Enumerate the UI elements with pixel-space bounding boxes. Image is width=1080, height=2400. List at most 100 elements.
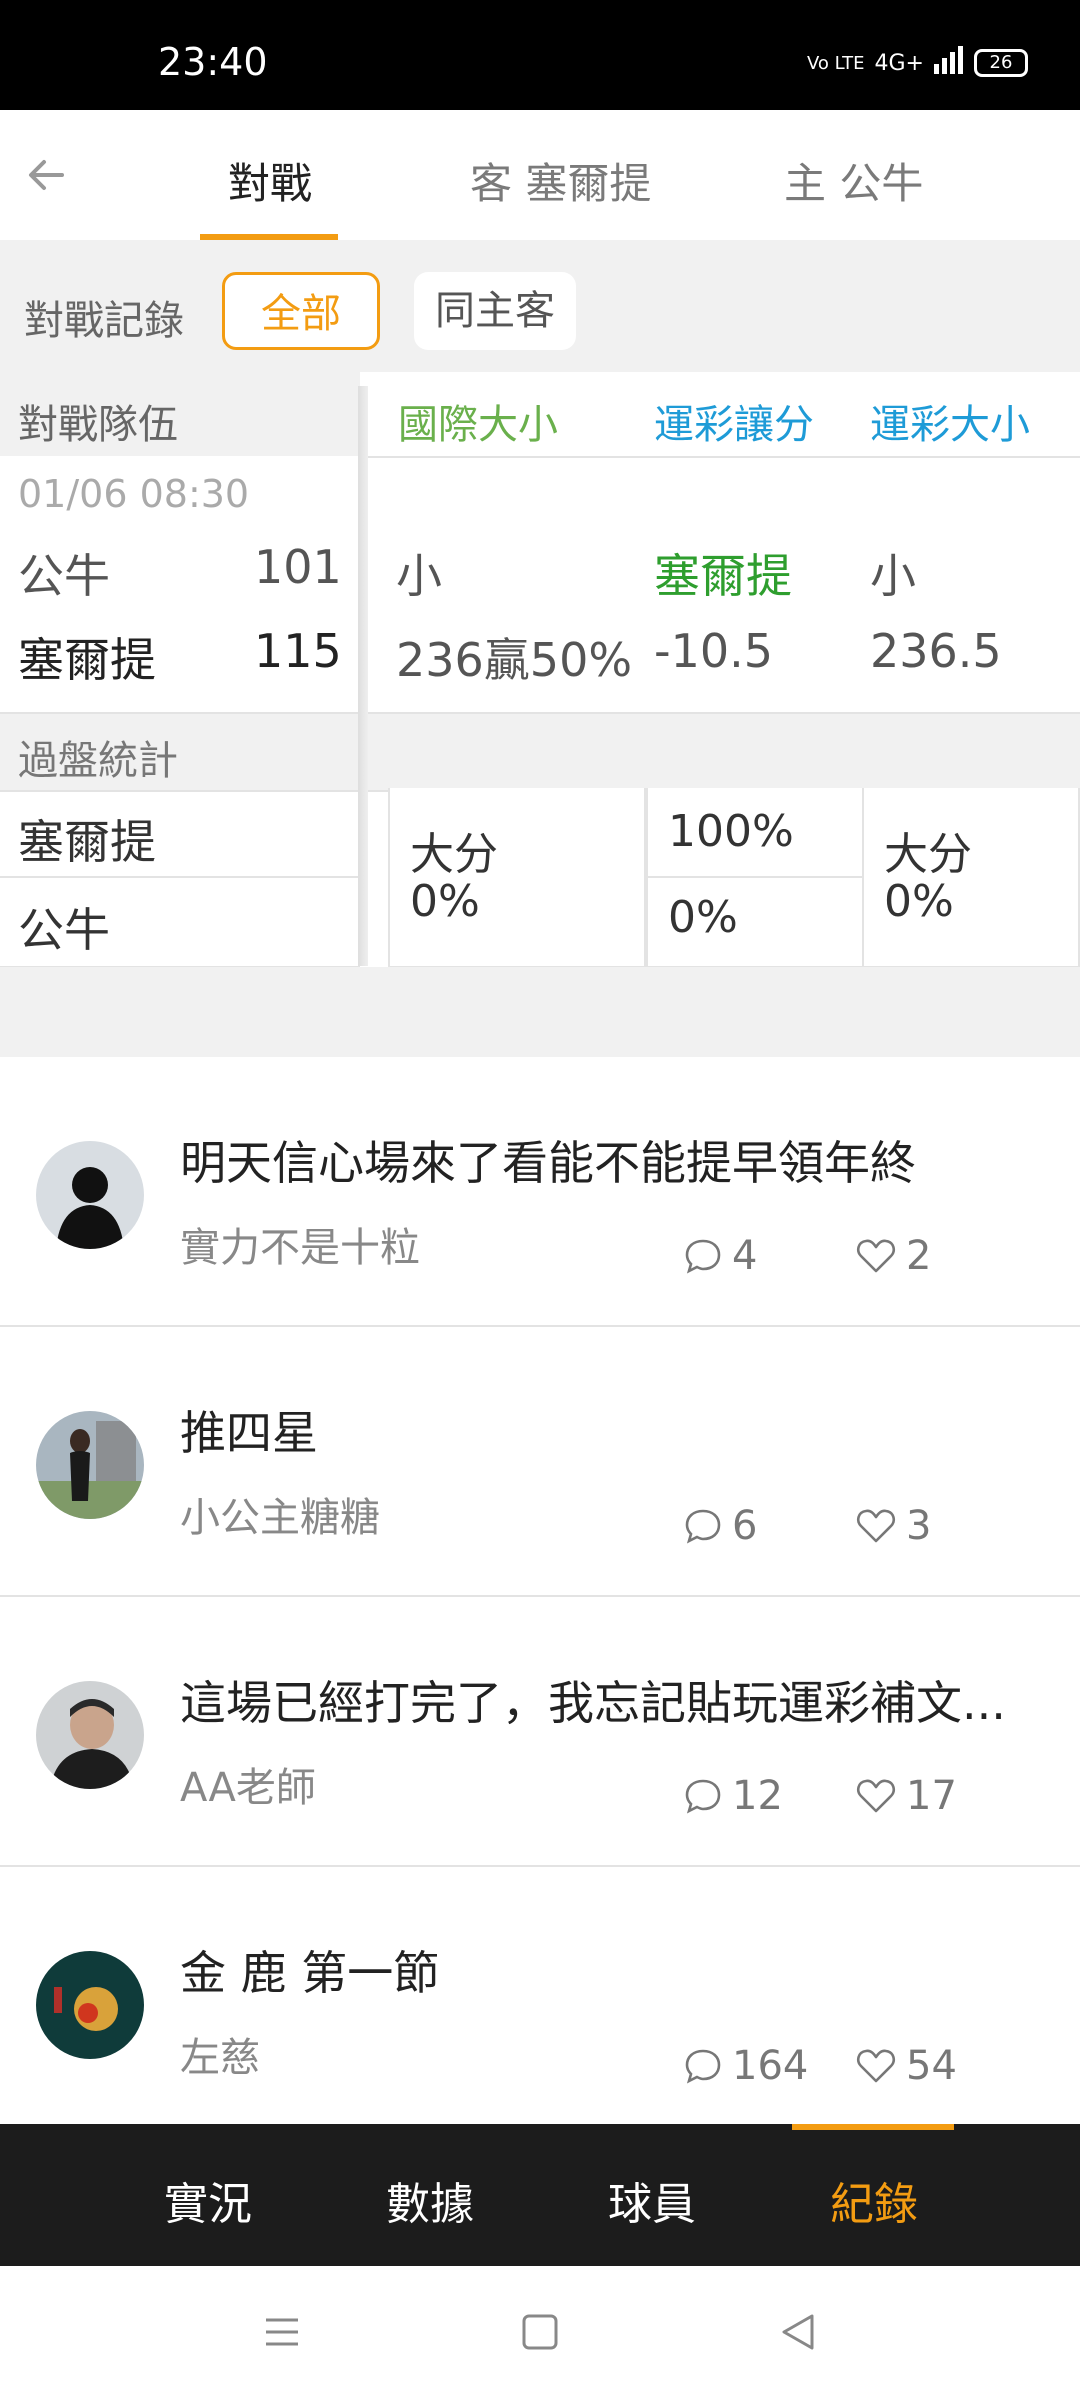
filter-same-home-away-button[interactable]: 同主客	[414, 272, 576, 350]
stats-team-home: 公牛	[18, 903, 110, 957]
row2-spread: -10.5	[654, 624, 774, 678]
like-count[interactable]: 17	[856, 1773, 957, 1819]
stats-spread-top: 100%	[668, 806, 794, 857]
stats-ou-box: 大分 0%	[862, 788, 1080, 968]
signal-icon	[934, 46, 964, 80]
stats-ou-line1: 大分	[884, 829, 972, 880]
stats-spread-divider	[648, 876, 864, 878]
avatar[interactable]	[36, 1141, 144, 1249]
like-count-value: 2	[906, 1233, 932, 1279]
comment-count[interactable]: 164	[684, 2043, 808, 2089]
stats-ou-line2: 0%	[884, 876, 954, 927]
post-author[interactable]: 小公主糖糖	[180, 1485, 380, 1543]
comment-count[interactable]: 12	[684, 1773, 783, 1819]
post-title[interactable]: 金 鹿 第一節	[180, 1937, 1040, 2003]
stats-team-away: 塞爾提	[18, 815, 156, 869]
post-title[interactable]: 推四星	[180, 1397, 1040, 1463]
record-filter: 對戰記錄 全部 同主客	[0, 240, 1080, 372]
row1-score: 101	[254, 540, 342, 594]
avatar[interactable]	[36, 1411, 144, 1519]
header-spread: 運彩讓分	[654, 402, 814, 448]
post-author[interactable]: 左慈	[180, 2025, 260, 2083]
status-time: 23:40	[158, 40, 268, 84]
nav-players[interactable]: 球員	[608, 2168, 696, 2232]
like-count-value: 17	[906, 1773, 957, 1819]
stats-team-row: 公牛	[0, 878, 360, 968]
comment-count-value: 12	[732, 1773, 783, 1819]
list-item[interactable]: 金 鹿 第一節 左慈 164 54	[0, 1867, 1080, 2124]
post-author[interactable]: AA老師	[180, 1755, 316, 1813]
nav-live[interactable]: 實況	[164, 2168, 252, 2232]
list-item[interactable]: 明天信心場來了看能不能提早領年終 實力不是十粒 4 2	[0, 1057, 1080, 1327]
list-item[interactable]: 這場已經打完了，我忘記貼玩運彩補文... AA老師 12 17	[0, 1597, 1080, 1867]
comment-count[interactable]: 4	[684, 1233, 757, 1279]
comment-icon	[685, 2049, 721, 2084]
home-icon[interactable]	[520, 2312, 560, 2356]
tab-away-team[interactable]: 客 塞爾提	[470, 150, 651, 211]
volte-icon: Vo LTE	[806, 52, 865, 74]
filter-label: 對戰記錄	[24, 298, 184, 344]
bottom-nav: 實況 數據 球員 紀錄	[0, 2124, 1080, 2266]
avatar[interactable]	[36, 1681, 144, 1789]
system-nav-bar	[0, 2266, 1080, 2400]
matchup-table: 對戰隊伍 國際大小 運彩讓分 運彩大小 01/06 08:30 公牛 101 小…	[0, 372, 1080, 968]
header-intl-over-under: 國際大小	[398, 402, 558, 448]
header-team: 對戰隊伍	[18, 402, 178, 448]
heart-icon	[856, 2049, 896, 2083]
row2-score: 115	[254, 624, 342, 678]
active-nav-indicator	[792, 2124, 954, 2130]
comment-icon	[685, 1509, 721, 1544]
team-header-cell: 對戰隊伍	[0, 372, 360, 456]
top-tab-bar: 對戰 客 塞爾提 主 公牛	[0, 110, 1080, 242]
like-count[interactable]: 54	[856, 2043, 957, 2089]
row1-ou: 小	[870, 549, 916, 603]
comment-icon	[685, 1779, 721, 1814]
heart-icon	[856, 1239, 896, 1273]
list-item[interactable]: 推四星 小公主糖糖 6 3	[0, 1327, 1080, 1597]
stats-spread-box: 100% 0%	[646, 788, 864, 968]
nav-records[interactable]: 紀錄	[830, 2168, 918, 2232]
post-title[interactable]: 這場已經打完了，我忘記貼玩運彩補文...	[180, 1667, 1040, 1733]
tab-home-team[interactable]: 主 公牛	[784, 150, 923, 211]
like-count-value: 54	[906, 2043, 957, 2089]
network-label: 4G+	[874, 50, 924, 76]
like-count-value: 3	[906, 1503, 932, 1549]
menu-icon[interactable]	[262, 2312, 302, 2356]
stats-spread-bottom: 0%	[668, 892, 738, 943]
header-over-under: 運彩大小	[870, 402, 1030, 448]
odds-header-row: 國際大小 運彩讓分 運彩大小	[360, 372, 1080, 458]
comment-count-value: 6	[732, 1503, 758, 1549]
row1-team: 公牛	[18, 549, 110, 603]
row1-spread: 塞爾提	[654, 549, 792, 603]
stats-intl-ou-line1: 大分	[410, 829, 498, 880]
comment-count[interactable]: 6	[684, 1503, 757, 1549]
comment-icon	[685, 1239, 721, 1274]
nav-stats[interactable]: 數據	[386, 2168, 474, 2232]
like-count[interactable]: 2	[856, 1233, 931, 1279]
battery-icon: 26	[974, 49, 1028, 77]
like-count[interactable]: 3	[856, 1503, 931, 1549]
filter-all-button[interactable]: 全部	[222, 272, 380, 350]
post-author[interactable]: 實力不是十粒	[180, 1215, 420, 1273]
comment-count-value: 164	[732, 2043, 809, 2089]
row2-team: 塞爾提	[18, 633, 156, 687]
heart-icon	[856, 1509, 896, 1543]
row1-intl-ou: 小	[396, 549, 442, 603]
row2-intl-ou: 236贏50%	[396, 633, 633, 687]
stats-intl-ou-line2: 0%	[410, 876, 480, 927]
frozen-column-divider	[358, 386, 368, 966]
status-bar: 23:40 Vo LTE 4G+ 26	[0, 0, 1080, 110]
stats-team-row: 塞爾提	[0, 788, 360, 878]
match-date: 01/06 08:30	[18, 472, 250, 516]
stats-intl-ou-box: 大分 0%	[388, 788, 646, 968]
comment-count-value: 4	[732, 1233, 758, 1279]
back-arrow-icon[interactable]	[22, 150, 72, 200]
avatar[interactable]	[36, 1951, 144, 2059]
status-icons: Vo LTE 4G+ 26	[807, 46, 1028, 80]
row2-ou: 236.5	[870, 624, 1002, 678]
heart-icon	[856, 1779, 896, 1813]
section-gap	[0, 967, 1080, 1057]
tab-matchup[interactable]: 對戰	[228, 150, 312, 211]
back-icon[interactable]	[778, 2312, 818, 2356]
post-title[interactable]: 明天信心場來了看能不能提早領年終	[180, 1127, 1040, 1193]
